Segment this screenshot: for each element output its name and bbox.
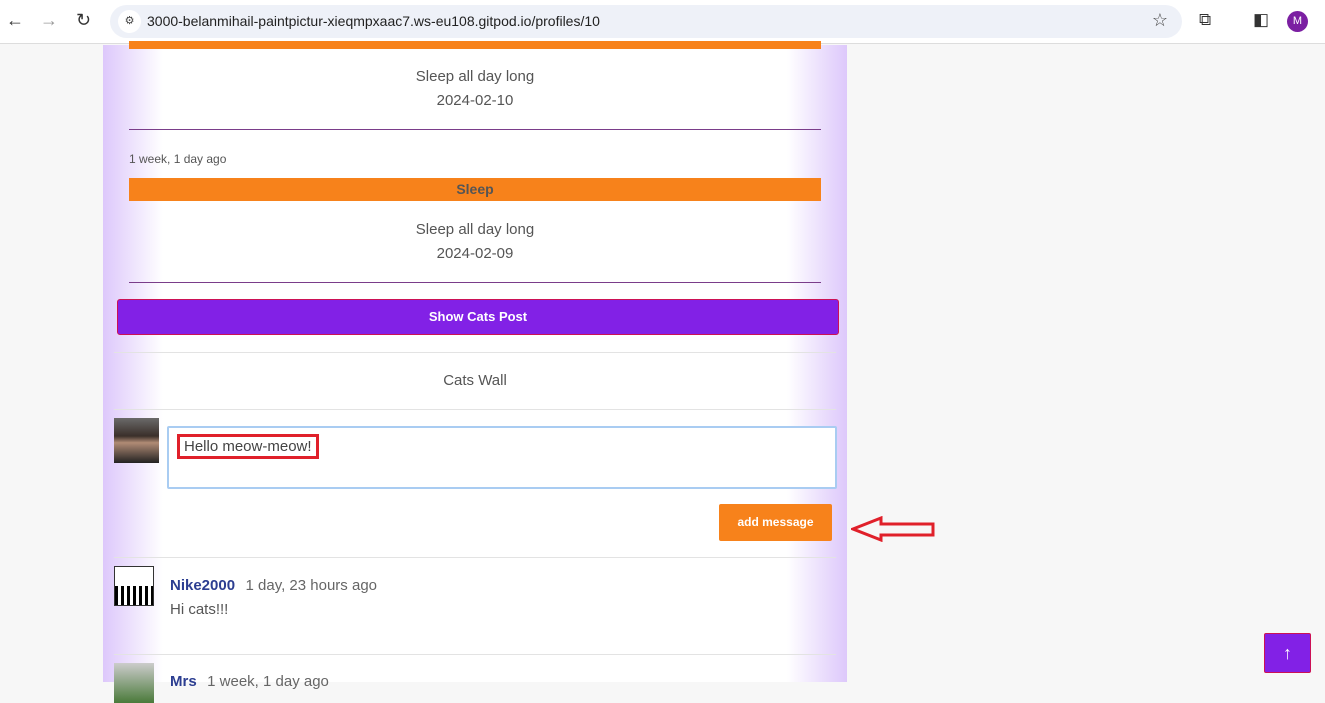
post-text: Sleep all day long xyxy=(415,68,535,85)
extensions-icon[interactable]: ⧉ xyxy=(1199,10,1211,30)
scroll-to-top-button[interactable]: ↑ xyxy=(1264,633,1311,673)
site-settings-icon[interactable]: ⚙ xyxy=(118,10,141,33)
browser-toolbar: ← → ↻ ⚙ 3000-belanmihail-paintpictur-xie… xyxy=(0,0,1325,44)
profile-avatar[interactable]: M xyxy=(1287,11,1308,32)
address-bar[interactable]: ⚙ 3000-belanmihail-paintpictur-xieqmpxaa… xyxy=(110,5,1182,38)
profile-page: Sleep all day long 2024-02-10 1 week, 1 … xyxy=(103,41,847,703)
user-avatar xyxy=(114,566,154,606)
wall-title: Cats Wall xyxy=(443,372,507,389)
post-date: 2024-02-09 xyxy=(436,245,514,262)
arrow-up-icon: ↑ xyxy=(1283,643,1292,663)
message-value: Hello meow-meow! xyxy=(177,434,319,459)
divider xyxy=(129,129,821,130)
divider xyxy=(114,352,836,353)
post-date: 2024-02-10 xyxy=(436,92,514,109)
post-ago: 1 week, 1 day ago xyxy=(129,152,227,166)
add-message-button[interactable]: add message xyxy=(719,504,832,541)
message-time: 1 day, 23 hours ago xyxy=(245,577,377,594)
divider xyxy=(129,282,821,283)
forward-icon[interactable]: → xyxy=(40,10,58,31)
post-text: Sleep all day long xyxy=(415,221,535,238)
user-avatar xyxy=(114,663,154,703)
current-user-avatar xyxy=(114,418,159,463)
divider xyxy=(114,654,836,655)
divider xyxy=(114,557,836,558)
message-textarea[interactable]: Hello meow-meow! xyxy=(167,426,837,489)
bookmark-star-icon[interactable]: ☆ xyxy=(1152,10,1168,31)
message-text: Hi cats!!! xyxy=(170,601,229,618)
show-cats-post-button[interactable]: Show Cats Post xyxy=(117,299,839,335)
url-text[interactable]: 3000-belanmihail-paintpictur-xieqmpxaac7… xyxy=(147,13,600,29)
message-header: Nike2000 1 day, 23 hours ago xyxy=(170,577,377,595)
post-title-bar xyxy=(129,41,821,49)
message-header: Mrs 1 week, 1 day ago xyxy=(170,673,329,691)
post-title-bar: Sleep xyxy=(129,178,821,201)
back-icon[interactable]: ← xyxy=(6,10,24,31)
divider xyxy=(114,409,836,410)
side-panel-icon[interactable]: ◧ xyxy=(1253,10,1269,30)
message-user-link[interactable]: Nike2000 xyxy=(170,577,235,594)
arrow-left-annotation-icon xyxy=(851,516,935,542)
reload-icon[interactable]: ↻ xyxy=(76,10,91,31)
